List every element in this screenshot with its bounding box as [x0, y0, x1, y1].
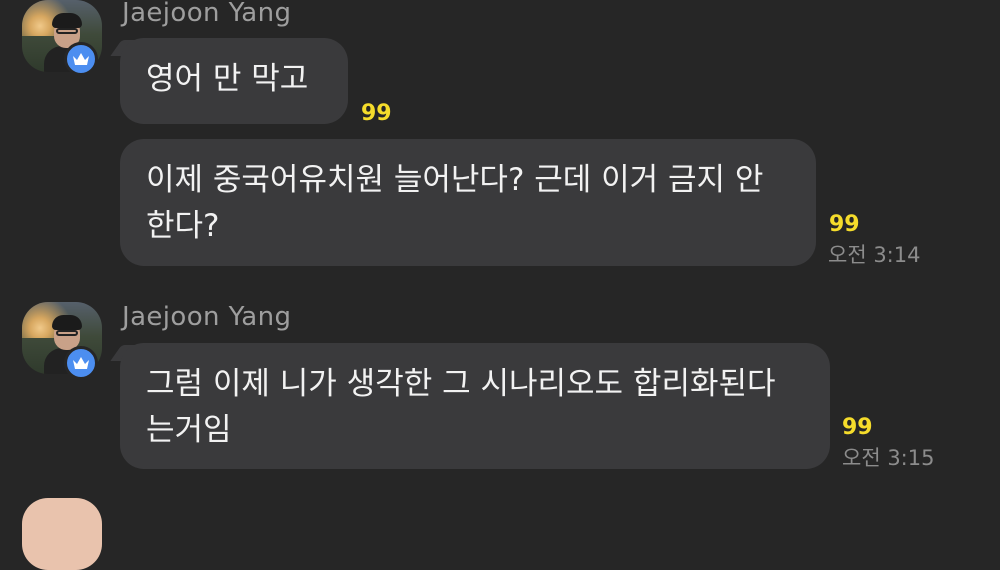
message-bubble[interactable]: 그럼 이제 니가 생각한 그 시나리오도 합리화된다 는거임: [120, 343, 830, 469]
crown-icon: [64, 42, 98, 76]
sender-name: Jaejoon Yang: [122, 0, 292, 28]
unread-count: 99: [842, 415, 873, 440]
unread-count: 99: [829, 212, 860, 237]
message-text: 영어 만 막고: [146, 61, 309, 97]
sender-avatar[interactable]: [22, 498, 102, 570]
message-bubble[interactable]: 영어 만 막고: [120, 38, 348, 124]
crown-icon: [64, 346, 98, 380]
sender-name: Jaejoon Yang: [122, 302, 292, 332]
message-text: 이제 중국어유치원 늘어난다? 근데 이거 금지 안 한다?: [146, 162, 764, 244]
message-bubble[interactable]: 이제 중국어유치원 늘어난다? 근데 이거 금지 안 한다?: [120, 139, 816, 266]
message-timestamp: 오전 3:15: [842, 446, 935, 470]
message-timestamp: 오전 3:14: [828, 243, 921, 267]
unread-count: 99: [361, 101, 392, 126]
message-text: 그럼 이제 니가 생각한 그 시나리오도 합리화된다 는거임: [146, 366, 776, 448]
